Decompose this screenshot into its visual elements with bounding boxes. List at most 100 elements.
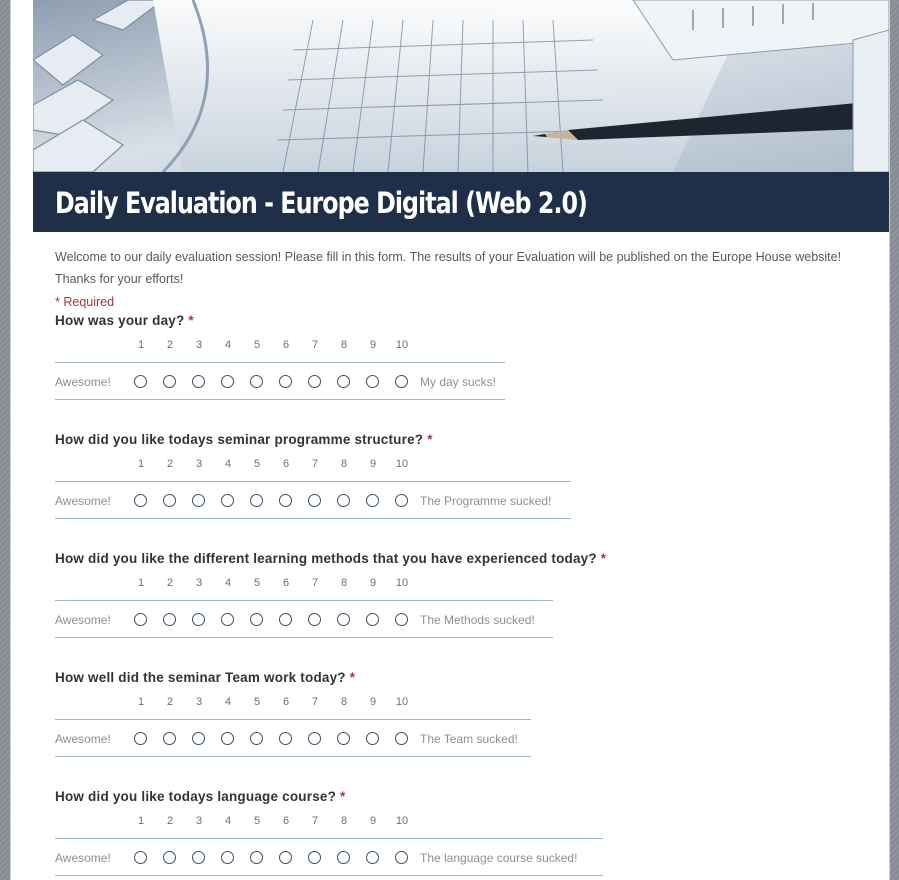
rating-radio-9[interactable] xyxy=(366,732,379,745)
scale-number: 2 xyxy=(166,339,174,351)
scale-number: 2 xyxy=(166,815,174,827)
rating-radio-7[interactable] xyxy=(308,375,321,388)
rating-radio-6[interactable] xyxy=(279,613,292,626)
rating-radio-1[interactable] xyxy=(134,494,147,507)
rating-radio-3[interactable] xyxy=(192,375,205,388)
scale-number: 1 xyxy=(137,458,145,470)
rating-radio-1[interactable] xyxy=(134,732,147,745)
rating-radio-5[interactable] xyxy=(250,494,263,507)
scale-number: 3 xyxy=(195,458,203,470)
scale-number: 4 xyxy=(224,458,232,470)
question-text: How well did the seminar Team work today… xyxy=(55,670,346,685)
rating-radio-4[interactable] xyxy=(221,375,234,388)
form-description: Welcome to our daily evaluation session!… xyxy=(55,250,842,286)
scale-number: 5 xyxy=(253,339,261,351)
rating-radio-4[interactable] xyxy=(221,732,234,745)
scale-number: 10 xyxy=(395,696,409,708)
rating-radio-2[interactable] xyxy=(163,732,176,745)
rating-radio-10[interactable] xyxy=(395,494,408,507)
scale-number: 7 xyxy=(311,339,319,351)
rating-radio-6[interactable] xyxy=(279,851,292,864)
question: How well did the seminar Team work today… xyxy=(55,668,855,787)
rating-scale: 1 2 3 4 5 6 7 8 9 10 Awesome! The language course s… xyxy=(55,807,855,880)
scale-number: 9 xyxy=(369,696,377,708)
rating-radio-8[interactable] xyxy=(337,494,350,507)
scale-right-label: The Team sucked! xyxy=(420,732,518,746)
question-title: How was your day? * xyxy=(55,311,855,331)
scale-number: 6 xyxy=(282,339,290,351)
rating-radio-7[interactable] xyxy=(308,732,321,745)
scale-number: 10 xyxy=(395,339,409,351)
rating-radio-1[interactable] xyxy=(134,851,147,864)
form-title-bar: Daily Evaluation - Europe Digital (Web 2… xyxy=(33,172,889,232)
rating-radio-6[interactable] xyxy=(279,732,292,745)
rating-radio-5[interactable] xyxy=(250,613,263,626)
rating-radio-4[interactable] xyxy=(221,613,234,626)
scale-number: 9 xyxy=(369,815,377,827)
scale-number: 7 xyxy=(311,577,319,589)
rating-radio-2[interactable] xyxy=(163,613,176,626)
question-title: How did you like the different learning … xyxy=(55,549,855,569)
rating-radio-6[interactable] xyxy=(279,375,292,388)
required-note: * Required xyxy=(55,295,115,309)
required-asterisk: * xyxy=(188,313,194,328)
rating-radio-7[interactable] xyxy=(308,494,321,507)
scale-number: 10 xyxy=(395,815,409,827)
rating-radio-7[interactable] xyxy=(308,851,321,864)
rating-radio-10[interactable] xyxy=(395,851,408,864)
form-title: Daily Evaluation - Europe Digital (Web 2… xyxy=(55,186,588,220)
rating-radio-9[interactable] xyxy=(366,375,379,388)
required-asterisk: * xyxy=(600,551,607,566)
scale-number: 4 xyxy=(224,696,232,708)
scale-divider-bottom xyxy=(55,875,603,876)
scale-right-label: The language course sucked! xyxy=(420,851,578,865)
rating-radio-7[interactable] xyxy=(308,613,321,626)
question: How was your day? * 1 2 3 4 5 6 7 8 9 10 Awesome! My… xyxy=(55,311,855,430)
scale-number: 3 xyxy=(195,696,203,708)
rating-radio-9[interactable] xyxy=(366,494,379,507)
rating-radio-1[interactable] xyxy=(134,375,147,388)
scale-number: 10 xyxy=(395,458,409,470)
rating-radio-4[interactable] xyxy=(221,494,234,507)
rating-radio-10[interactable] xyxy=(395,375,408,388)
questions-list: How was your day? * 1 2 3 4 5 6 7 8 9 10 Awesome! My… xyxy=(55,311,855,880)
rating-radio-1[interactable] xyxy=(134,613,147,626)
rating-radio-3[interactable] xyxy=(192,494,205,507)
rating-scale: 1 2 3 4 5 6 7 8 9 10 Awesome! The Methods sucked! xyxy=(55,569,855,653)
rating-radio-10[interactable] xyxy=(395,732,408,745)
rating-radio-4[interactable] xyxy=(221,851,234,864)
rating-radio-2[interactable] xyxy=(163,494,176,507)
rating-radio-5[interactable] xyxy=(250,375,263,388)
rating-radio-9[interactable] xyxy=(366,613,379,626)
rating-radio-6[interactable] xyxy=(279,494,292,507)
required-asterisk: * xyxy=(427,432,433,447)
rating-radio-2[interactable] xyxy=(163,851,176,864)
scale-number: 1 xyxy=(137,339,145,351)
rating-radio-3[interactable] xyxy=(192,851,205,864)
question-text: How did you like the different learning … xyxy=(55,551,597,566)
scale-number: 6 xyxy=(282,458,290,470)
rating-radio-3[interactable] xyxy=(192,613,205,626)
rating-radio-8[interactable] xyxy=(337,732,350,745)
question: How did you like todays language course?… xyxy=(55,787,855,880)
rating-radio-8[interactable] xyxy=(337,851,350,864)
scale-right-label: The Methods sucked! xyxy=(420,613,535,627)
scale-left-label: Awesome! xyxy=(55,494,111,508)
scale-number: 5 xyxy=(253,696,261,708)
rating-radio-2[interactable] xyxy=(163,375,176,388)
required-asterisk: * xyxy=(340,789,346,804)
scale-number: 10 xyxy=(395,577,409,589)
scale-number: 2 xyxy=(166,577,174,589)
rating-radio-5[interactable] xyxy=(250,851,263,864)
rating-radio-8[interactable] xyxy=(337,613,350,626)
rating-radio-3[interactable] xyxy=(192,732,205,745)
header-banner-image xyxy=(33,0,889,172)
scale-number: 8 xyxy=(340,339,348,351)
question-title: How did you like todays language course?… xyxy=(55,787,855,807)
rating-scale: 1 2 3 4 5 6 7 8 9 10 Awesome! The Programme sucked! xyxy=(55,450,855,534)
rating-radio-5[interactable] xyxy=(250,732,263,745)
rating-radio-9[interactable] xyxy=(366,851,379,864)
question-title: How well did the seminar Team work today… xyxy=(55,668,855,688)
rating-radio-8[interactable] xyxy=(337,375,350,388)
rating-radio-10[interactable] xyxy=(395,613,408,626)
